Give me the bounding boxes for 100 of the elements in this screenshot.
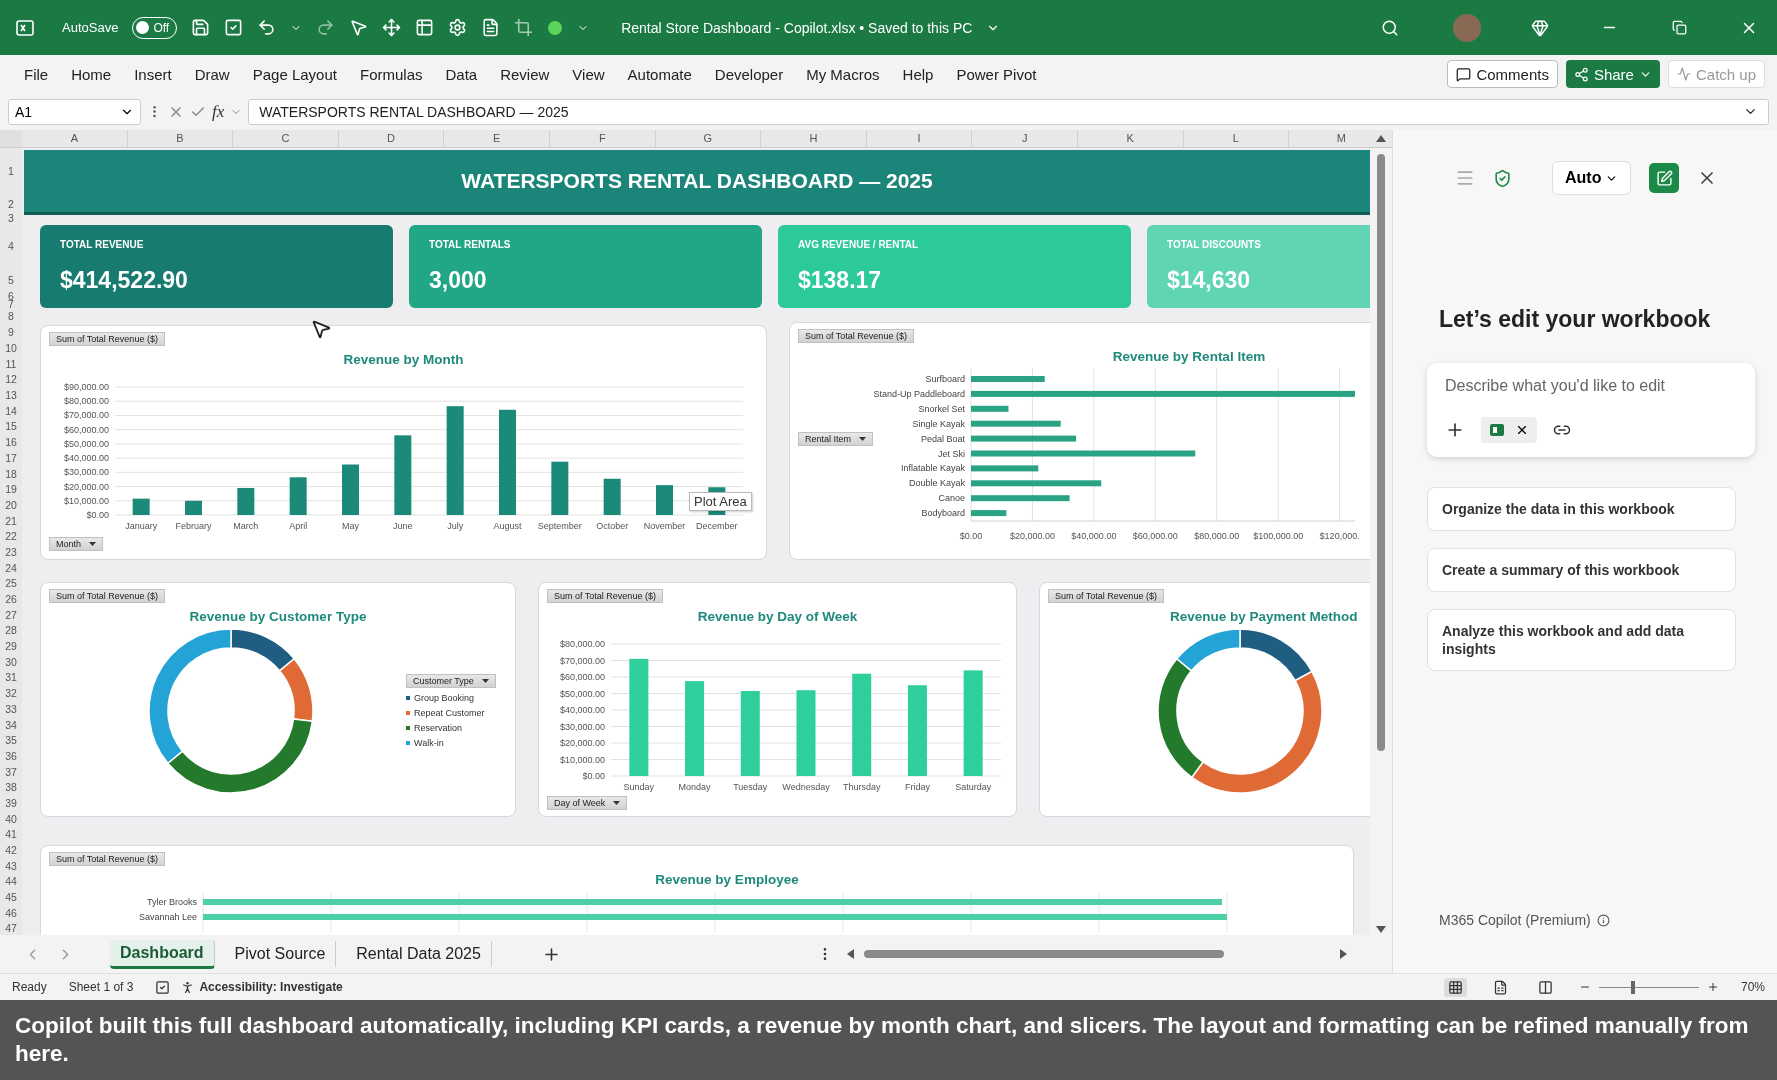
menu-item[interactable]: Draw	[194, 65, 230, 83]
menu-item[interactable]: Formulas	[359, 65, 423, 83]
menu-item[interactable]: Data	[445, 65, 478, 83]
row-header[interactable]: 18	[0, 466, 22, 482]
row-header[interactable]: 36	[0, 748, 22, 765]
scrollbar-thumb[interactable]	[863, 950, 1224, 958]
row-header[interactable]: 15	[0, 419, 22, 435]
column-header[interactable]: K	[1077, 130, 1184, 147]
menu-item[interactable]: Page Layout	[252, 65, 337, 83]
row-header[interactable]: 11	[0, 356, 22, 373]
view-button[interactable]	[1443, 977, 1467, 997]
column-header[interactable]: I	[866, 130, 973, 147]
column-header[interactable]: L	[1183, 130, 1290, 147]
field-button[interactable]: Sum of Total Revenue ($)	[1048, 589, 1164, 603]
field-button[interactable]: Sum of Total Revenue ($)	[49, 332, 165, 346]
row-header[interactable]: 20	[0, 497, 22, 514]
menu-item[interactable]: Insert	[134, 65, 172, 83]
row-header[interactable]: 9	[0, 325, 22, 341]
column-header[interactable]: E	[444, 130, 550, 147]
row-header[interactable]: 28	[0, 623, 22, 639]
row-header[interactable]: 24	[0, 560, 22, 576]
field-button[interactable]: Rental Item	[798, 432, 874, 446]
row-header[interactable]: 32	[0, 685, 22, 702]
formula-field[interactable]: WATERSPORTS RENTAL DASHBOARD — 2025	[248, 98, 1769, 125]
file-chip[interactable]	[1481, 417, 1537, 443]
menu-item[interactable]: View	[572, 65, 605, 83]
field-button[interactable]: Sum of Total Revenue ($)	[547, 589, 663, 603]
row-header[interactable]: 10	[0, 340, 22, 357]
row-header[interactable]: 31	[0, 670, 22, 686]
row-header[interactable]: 39	[0, 795, 22, 812]
zoom-slider-thumb[interactable]	[1630, 980, 1635, 994]
dropdown-arrow-icon[interactable]	[89, 542, 96, 546]
zoom-level[interactable]: 70%	[1740, 980, 1765, 994]
share-button[interactable]: Share	[1565, 60, 1660, 88]
table-icon[interactable]	[415, 18, 435, 37]
row-header[interactable]: 27	[0, 607, 22, 624]
sheet-tab[interactable]: Dashboard	[110, 939, 215, 969]
row-header[interactable]: 45	[0, 889, 22, 906]
row-header[interactable]: 30	[0, 654, 22, 671]
row-header[interactable]: 3	[0, 213, 22, 224]
sheet-tab[interactable]: Rental Data 2025	[346, 941, 492, 967]
row-header[interactable]: 33	[0, 701, 22, 718]
circle-icon[interactable]	[547, 19, 564, 36]
crop-icon[interactable]	[514, 18, 534, 37]
menu-item[interactable]: Developer	[714, 65, 784, 83]
row-header[interactable]: 26	[0, 591, 22, 608]
row-header[interactable]: 1	[0, 148, 22, 195]
field-button[interactable]: Customer Type	[406, 674, 496, 688]
search-icon[interactable]	[1381, 18, 1399, 37]
column-header[interactable]: H	[761, 130, 867, 147]
row-header[interactable]: 25	[0, 576, 22, 592]
shield-icon[interactable]	[1493, 168, 1512, 188]
row-header[interactable]: 23	[0, 544, 22, 561]
row-header[interactable]: 35	[0, 732, 22, 749]
suggestion-button[interactable]: Analyze this workbook and add data insights	[1427, 609, 1736, 671]
document-icon[interactable]	[481, 18, 501, 37]
row-header[interactable]: 43	[0, 858, 22, 875]
row-header[interactable]: 38	[0, 779, 22, 796]
suggestion-button[interactable]: Organize the data in this workbook	[1427, 487, 1736, 531]
menu-item[interactable]: Home	[71, 65, 112, 83]
menu-item[interactable]: Automate	[627, 65, 692, 83]
row-header[interactable]: 44	[0, 874, 22, 890]
mode-dropdown[interactable]: Auto	[1552, 161, 1632, 195]
row-header[interactable]: 13	[0, 387, 22, 404]
row-header[interactable]: 29	[0, 638, 22, 655]
row-header[interactable]: 7	[0, 300, 22, 308]
row-header[interactable]: 16	[0, 434, 22, 451]
row-header[interactable]: 42	[0, 842, 22, 859]
row-header[interactable]: 17	[0, 450, 22, 467]
scroll-right-icon[interactable]	[1339, 949, 1347, 959]
field-button[interactable]: Sum of Total Revenue ($)	[49, 589, 165, 603]
scroll-up-icon[interactable]	[1376, 135, 1386, 142]
row-header[interactable]: 46	[0, 905, 22, 922]
menu-item[interactable]: My Macros	[806, 65, 880, 83]
pointer-icon[interactable]	[349, 18, 369, 37]
row-header[interactable]: 8	[0, 308, 22, 325]
dropdown-arrow-icon[interactable]	[481, 679, 489, 683]
comments-button[interactable]: Comments	[1447, 60, 1558, 88]
macro-icon[interactable]	[155, 979, 171, 995]
name-box[interactable]: A1	[8, 98, 141, 125]
row-header[interactable]: 22	[0, 528, 22, 545]
row-header[interactable]: 4	[0, 224, 22, 268]
row-header[interactable]: 47	[0, 921, 22, 935]
column-header[interactable]: G	[655, 130, 762, 147]
row-header[interactable]: 6	[0, 293, 22, 300]
scroll-down-icon[interactable]	[1376, 926, 1386, 933]
menu-item[interactable]: Power Pivot	[956, 65, 1037, 83]
column-header[interactable]: F	[549, 130, 656, 147]
suggestion-button[interactable]: Create a summary of this workbook	[1427, 548, 1736, 592]
checkbox-icon[interactable]	[224, 18, 244, 37]
column-header[interactable]: J	[972, 130, 1078, 147]
field-button[interactable]: Sum of Total Revenue ($)	[798, 329, 914, 343]
scroll-left-icon[interactable]	[846, 949, 854, 959]
menu-item[interactable]: Review	[500, 65, 550, 83]
field-button[interactable]: Day of Week	[547, 796, 628, 810]
row-header[interactable]: 2	[0, 195, 22, 213]
function-button[interactable]: fx	[212, 101, 225, 122]
accessibility-status[interactable]: Accessibility: Investigate	[180, 979, 343, 995]
field-button[interactable]: Sum of Total Revenue ($)	[49, 852, 165, 866]
edit-button[interactable]	[1649, 163, 1680, 193]
